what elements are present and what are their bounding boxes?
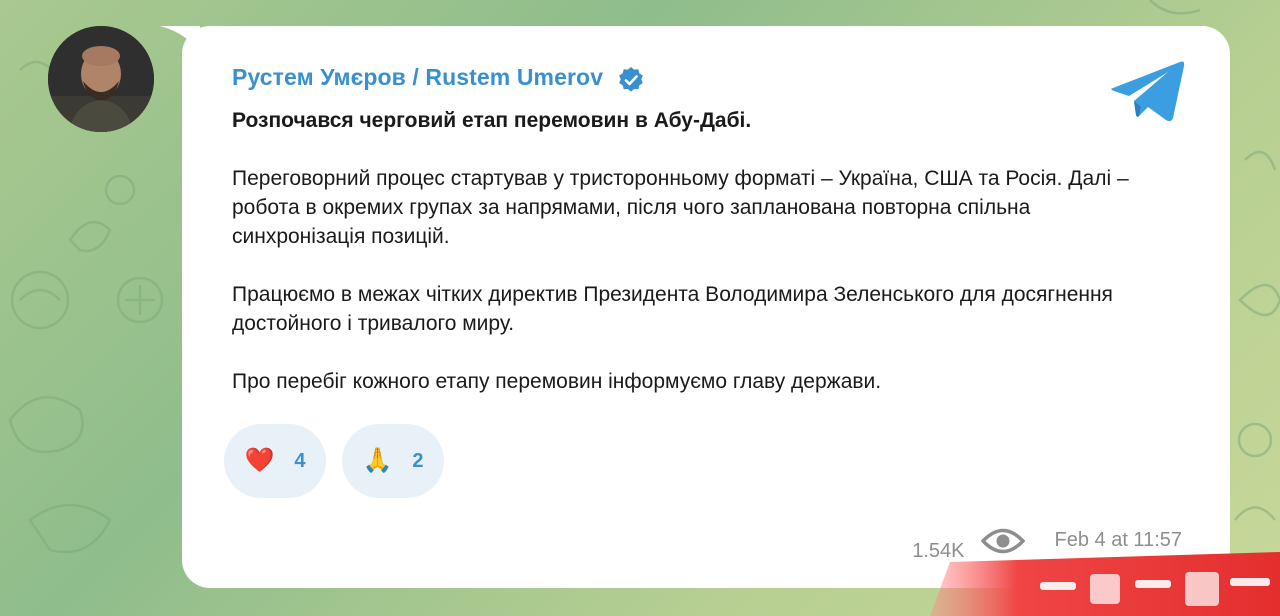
red-overlay-banner [930, 552, 1280, 616]
message-paragraph: Працюємо в межах чітких директив Президе… [232, 283, 1113, 335]
reaction-count: 2 [412, 449, 424, 472]
reactions-bar: ❤️ 4 🙏 2 [224, 424, 444, 498]
sender-avatar[interactable] [48, 26, 154, 132]
verified-badge-icon [619, 67, 643, 92]
eye-icon [980, 528, 1025, 553]
message-text: Розпочався черговий етап перемовин в Абу… [232, 106, 1132, 425]
message-headline: Розпочався черговий етап перемовин в Абу… [232, 109, 752, 132]
heart-icon: ❤️ [244, 447, 275, 474]
message-paragraph: Про перебіг кожного етапу перемовин інфо… [232, 370, 882, 393]
reaction-heart-button[interactable]: ❤️ 4 [224, 424, 326, 498]
avatar-photo [48, 26, 154, 132]
sender-header: Рустем Умєров / Rustem Umerov [232, 60, 645, 94]
message-timestamp: Feb 4 at 11:57 [1054, 529, 1183, 551]
praying-hands-icon: 🙏 [362, 447, 393, 474]
sender-name[interactable]: Рустем Умєров / Rustem Umerov [232, 64, 603, 91]
message-bubble: Рустем Умєров / Rustem Umerov Розпочався… [182, 26, 1230, 588]
message-paragraph: Переговорний процес стартував у тристоро… [232, 167, 1129, 248]
reaction-count: 4 [294, 449, 306, 472]
reaction-pray-button[interactable]: 🙏 2 [342, 424, 444, 498]
